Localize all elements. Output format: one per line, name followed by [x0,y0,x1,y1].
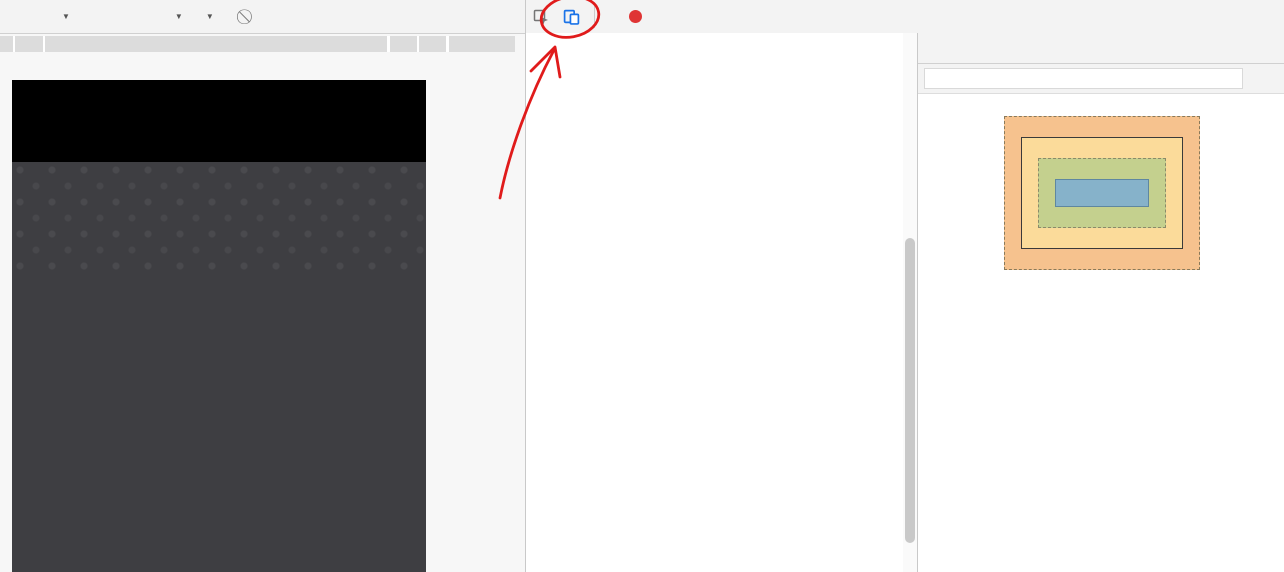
box-model-diagram [1004,116,1200,270]
styles-tabbar [918,33,1284,64]
device-select[interactable]: ▼ [57,12,70,21]
device-toolbar: ▼ ▼ ▼ ⃠ [0,0,525,34]
inspect-element-icon[interactable] [526,4,556,30]
console-error-badge[interactable] [629,10,646,23]
emulated-page-pane: ▼ ▼ ▼ ⃠ [0,0,525,572]
scrollbar-thumb[interactable] [905,238,915,543]
zoom-select[interactable]: ▼ [170,12,183,21]
game-title-area [12,80,426,162]
error-icon [629,10,642,23]
chevron-down-icon: ▼ [206,12,214,21]
toggle-device-toolbar-icon[interactable] [556,4,586,30]
game-status-bar [12,162,426,275]
chevron-down-icon: ▼ [175,12,183,21]
toolbar-divider [594,6,595,28]
chevron-down-icon: ▼ [62,12,70,21]
content-size [1055,179,1149,207]
styles-filter-input[interactable] [924,68,1243,89]
game-map[interactable] [12,275,426,572]
styles-sidebar [917,33,1284,572]
network-throttle-select[interactable]: ▼ [201,12,214,21]
game-canvas[interactable] [12,80,426,572]
page-top-bar [0,36,515,52]
elements-scrollbar[interactable] [903,33,917,572]
styles-filter-bar [918,64,1284,94]
elements-panel [525,33,904,572]
devtools-tabbar [525,0,1284,34]
